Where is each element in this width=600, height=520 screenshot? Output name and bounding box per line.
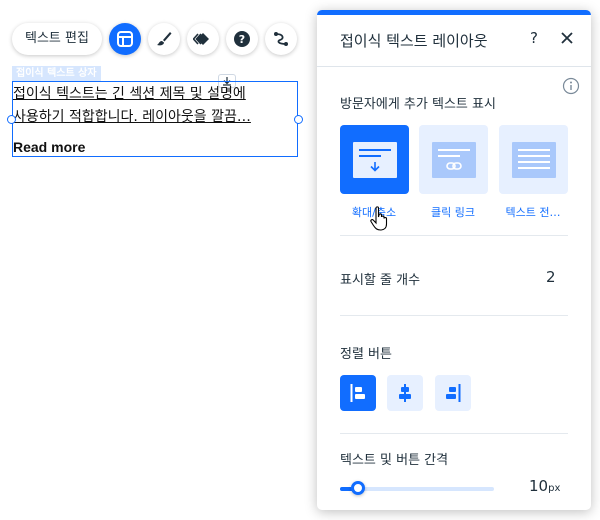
display-section-label: 방문자에게 추가 텍스트 표시 xyxy=(340,97,496,112)
panel-title: 접이식 텍스트 레이아웃 xyxy=(340,32,488,50)
collapsible-text-box[interactable]: 접이식 텍스트는 긴 섹션 제목 및 설명에 사용하기 적합합니다. 레이아웃을… xyxy=(7,81,303,157)
align-center-button[interactable] xyxy=(387,375,423,411)
link-layout-icon xyxy=(431,141,476,178)
full-text-icon xyxy=(511,141,556,178)
divider xyxy=(340,235,568,236)
connect-icon[interactable] xyxy=(264,23,297,55)
align-right-button[interactable] xyxy=(435,375,471,411)
help-icon[interactable]: ? xyxy=(225,23,258,55)
floating-toolbar: 텍스트 편집 ? xyxy=(12,23,297,55)
paragraph-line-1: 접이식 텍스트는 긴 섹션 제목 및 설명에 xyxy=(13,86,246,102)
panel-header: 접이식 텍스트 레이아웃 ? xyxy=(317,15,591,67)
edit-text-button[interactable]: 텍스트 편집 xyxy=(12,23,102,55)
hand-cursor-icon xyxy=(370,206,388,231)
paragraph-line-2: 사용하기 적합합니다. 레이아웃을 깔끔… xyxy=(13,109,251,125)
align-left-button[interactable] xyxy=(340,375,376,411)
spacing-slider-knob[interactable] xyxy=(351,481,365,495)
option-click-link[interactable] xyxy=(419,125,488,194)
option-full-text[interactable] xyxy=(499,125,568,194)
spacing-value-unit: px xyxy=(548,483,561,494)
align-right-icon xyxy=(446,384,461,402)
close-icon[interactable] xyxy=(559,30,575,46)
element-type-tag: 접이식 텍스트 상자 xyxy=(12,66,101,81)
lines-section-label: 표시할 줄 개수 xyxy=(340,273,421,288)
info-icon[interactable] xyxy=(562,77,580,95)
option-expand-collapse[interactable] xyxy=(340,125,409,194)
align-center-icon xyxy=(399,384,411,402)
expand-collapse-icon xyxy=(352,141,397,178)
divider xyxy=(340,433,568,434)
read-more-link[interactable]: Read more xyxy=(13,139,85,155)
collapsible-paragraph: 접이식 텍스트는 긴 섹션 제목 및 설명에 사용하기 적합합니다. 레이아웃을… xyxy=(13,83,297,129)
paint-brush-icon[interactable] xyxy=(147,23,180,55)
spacing-value-number: 10 xyxy=(529,477,549,495)
resize-handle-right[interactable] xyxy=(294,115,303,124)
layout-panel: 접이식 텍스트 레이아웃 ? 방문자에게 추가 텍스트 표시 확대/축소 클릭 … xyxy=(317,10,591,510)
svg-text:?: ? xyxy=(239,33,245,46)
lines-count-value[interactable]: 2 xyxy=(546,268,556,286)
align-left-icon xyxy=(350,384,365,402)
resize-handle-left[interactable] xyxy=(7,115,16,124)
spacing-section-label: 텍스트 및 버튼 간격 xyxy=(340,453,449,468)
option-click-link-label[interactable]: 클릭 링크 xyxy=(415,204,491,220)
help-button[interactable]: ? xyxy=(530,29,538,47)
divider xyxy=(340,315,568,316)
option-full-text-label[interactable]: 텍스트 전… xyxy=(495,204,571,220)
animation-icon[interactable] xyxy=(186,23,219,55)
spacing-value[interactable]: 10px xyxy=(529,477,560,495)
layout-icon[interactable] xyxy=(108,23,141,55)
align-section-label: 정렬 버튼 xyxy=(340,347,392,362)
